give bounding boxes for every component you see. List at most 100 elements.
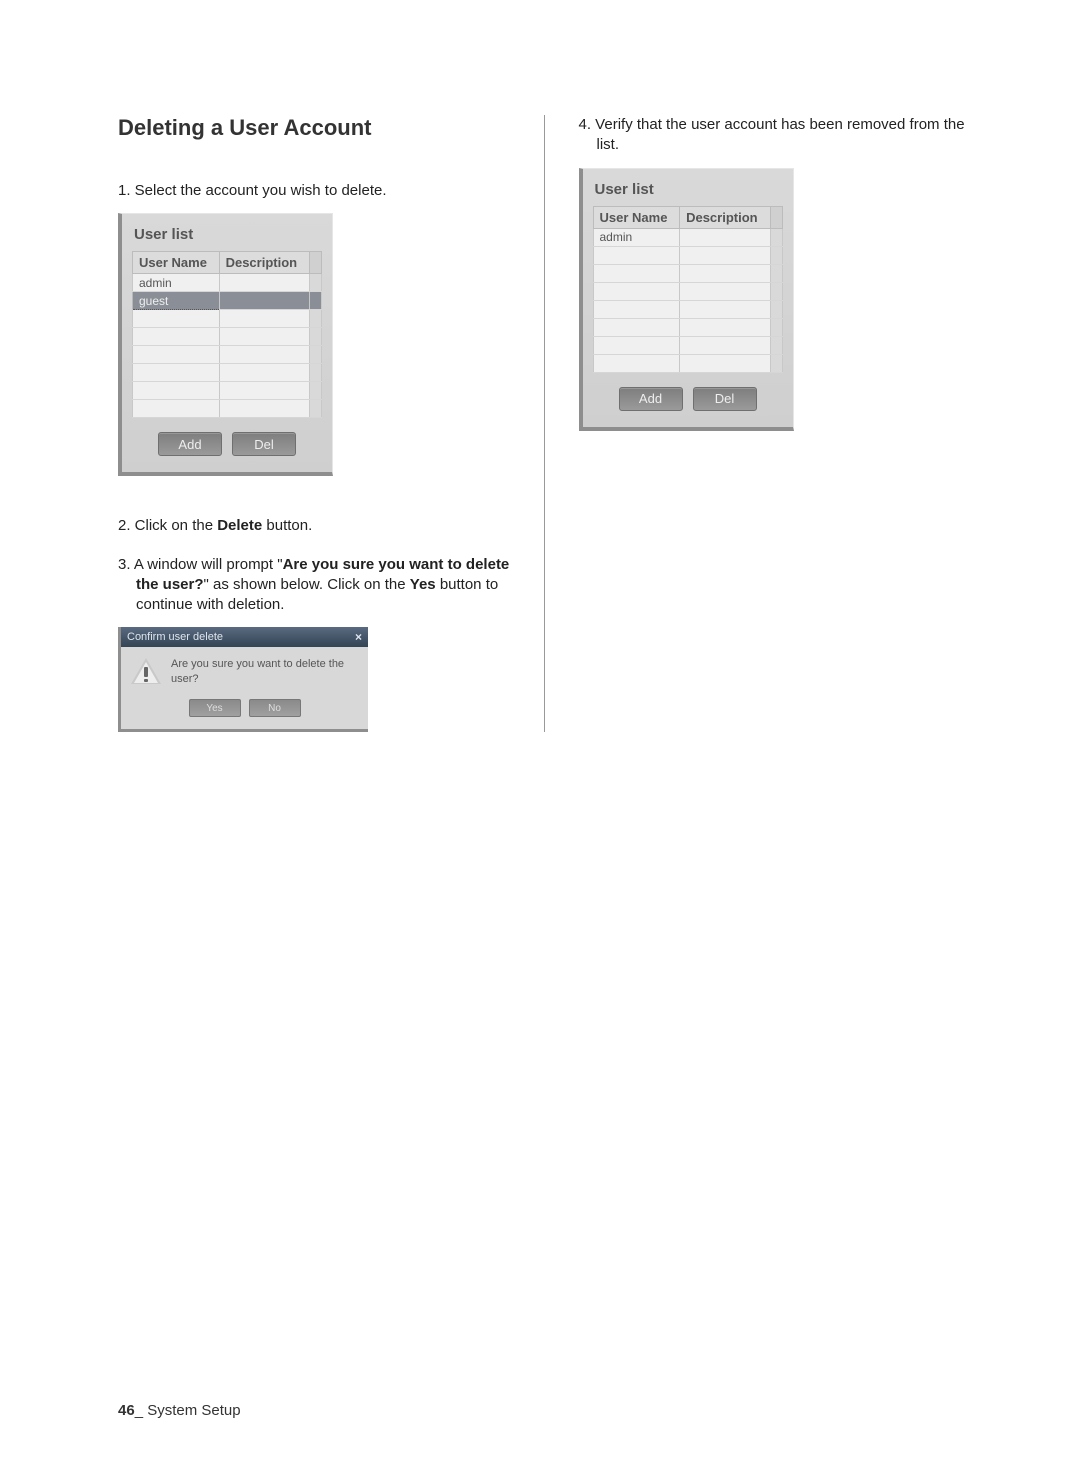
scrollbar-track[interactable] xyxy=(310,292,322,310)
scrollbar-track[interactable] xyxy=(310,310,322,328)
table-row[interactable] xyxy=(133,328,322,346)
cell-description[interactable] xyxy=(680,246,770,264)
scrollbar-header xyxy=(770,206,782,228)
cell-username[interactable] xyxy=(593,354,680,372)
cell-description[interactable] xyxy=(680,300,770,318)
table-row[interactable]: admin xyxy=(133,274,322,292)
del-button[interactable]: Del xyxy=(232,432,296,456)
table-row[interactable] xyxy=(593,354,782,372)
scrollbar-track[interactable] xyxy=(310,400,322,418)
scrollbar-track[interactable] xyxy=(310,346,322,364)
step-3-mid: " as shown below. Click on the xyxy=(204,576,410,593)
dialog-title: Confirm user delete xyxy=(127,631,223,643)
dialog-message: Are you sure you want to delete the user… xyxy=(171,657,358,686)
footer-sep: _ xyxy=(135,1402,143,1419)
cell-description[interactable] xyxy=(219,400,309,418)
cell-username[interactable] xyxy=(593,282,680,300)
scrollbar-track[interactable] xyxy=(310,382,322,400)
cell-username[interactable] xyxy=(133,364,220,382)
cell-username[interactable] xyxy=(593,246,680,264)
step-1: 1. Select the account you wish to delete… xyxy=(118,181,510,201)
step-3-bold2: Yes xyxy=(410,576,436,593)
cell-description[interactable] xyxy=(680,264,770,282)
cell-description[interactable] xyxy=(680,318,770,336)
scrollbar-track[interactable] xyxy=(310,364,322,382)
table-row[interactable] xyxy=(593,246,782,264)
yes-button[interactable]: Yes xyxy=(189,699,241,717)
scrollbar-track[interactable] xyxy=(770,318,782,336)
userlist-panel-before: User list User Name Description admingue… xyxy=(118,213,333,476)
col-username[interactable]: User Name xyxy=(593,206,680,228)
table-row[interactable] xyxy=(593,300,782,318)
table-header-row: User Name Description xyxy=(593,206,782,228)
step-4: 4. Verify that the user account has been… xyxy=(579,115,971,156)
cell-username[interactable]: admin xyxy=(133,274,220,292)
cell-description[interactable] xyxy=(680,282,770,300)
step-2-bold: Delete xyxy=(217,517,262,534)
userlist-panel-after: User list User Name Description admin Ad… xyxy=(579,168,794,431)
scrollbar-track[interactable] xyxy=(770,264,782,282)
footer-section: System Setup xyxy=(143,1402,241,1419)
cell-description[interactable] xyxy=(680,354,770,372)
cell-username[interactable] xyxy=(593,264,680,282)
add-button[interactable]: Add xyxy=(158,432,222,456)
cell-username[interactable] xyxy=(133,328,220,346)
table-row[interactable] xyxy=(593,336,782,354)
cell-username[interactable]: guest xyxy=(133,292,220,310)
step-3-pre: 3. A window will prompt " xyxy=(118,556,283,573)
table-row[interactable] xyxy=(133,346,322,364)
scrollbar-track[interactable] xyxy=(770,300,782,318)
table-row[interactable] xyxy=(593,318,782,336)
col-description[interactable]: Description xyxy=(680,206,770,228)
cell-username[interactable] xyxy=(593,318,680,336)
cell-description[interactable] xyxy=(219,310,309,328)
cell-description[interactable] xyxy=(219,274,309,292)
scrollbar-track[interactable] xyxy=(770,246,782,264)
col-username[interactable]: User Name xyxy=(133,252,220,274)
table-row[interactable] xyxy=(133,364,322,382)
cell-username[interactable] xyxy=(133,346,220,364)
table-row[interactable] xyxy=(133,400,322,418)
table-row[interactable] xyxy=(593,282,782,300)
cell-description[interactable] xyxy=(680,228,770,246)
cell-description[interactable] xyxy=(219,292,309,310)
scrollbar-track[interactable] xyxy=(770,282,782,300)
confirm-delete-dialog: Confirm user delete × Are you sure you w… xyxy=(118,627,368,732)
scrollbar-track[interactable] xyxy=(310,328,322,346)
no-button[interactable]: No xyxy=(249,699,301,717)
col-description[interactable]: Description xyxy=(219,252,309,274)
scrollbar-track[interactable] xyxy=(770,354,782,372)
table-row[interactable] xyxy=(133,310,322,328)
cell-description[interactable] xyxy=(219,364,309,382)
close-icon[interactable]: × xyxy=(355,630,362,644)
cell-description[interactable] xyxy=(219,346,309,364)
scrollbar-track[interactable] xyxy=(770,336,782,354)
table-row[interactable]: guest xyxy=(133,292,322,310)
scrollbar-track[interactable] xyxy=(310,274,322,292)
cell-username[interactable] xyxy=(133,400,220,418)
cell-description[interactable] xyxy=(219,328,309,346)
table-row[interactable] xyxy=(133,382,322,400)
scrollbar-header xyxy=(310,252,322,274)
userlist-table: User Name Description admin xyxy=(593,206,783,373)
del-button[interactable]: Del xyxy=(693,387,757,411)
userlist-table: User Name Description adminguest xyxy=(132,251,322,418)
step-2-post: button. xyxy=(262,517,312,534)
userlist-title: User list xyxy=(132,222,322,251)
add-button[interactable]: Add xyxy=(619,387,683,411)
cell-username[interactable]: admin xyxy=(593,228,680,246)
dialog-titlebar: Confirm user delete × xyxy=(121,627,368,647)
table-row[interactable]: admin xyxy=(593,228,782,246)
table-row[interactable] xyxy=(593,264,782,282)
cell-description[interactable] xyxy=(219,382,309,400)
section-heading: Deleting a User Account xyxy=(118,115,510,141)
warning-icon xyxy=(131,657,161,687)
cell-username[interactable] xyxy=(593,300,680,318)
cell-username[interactable] xyxy=(133,382,220,400)
cell-username[interactable] xyxy=(133,310,220,328)
cell-username[interactable] xyxy=(593,336,680,354)
scrollbar-track[interactable] xyxy=(770,228,782,246)
step-2: 2. Click on the Delete button. xyxy=(118,516,510,536)
cell-description[interactable] xyxy=(680,336,770,354)
table-header-row: User Name Description xyxy=(133,252,322,274)
